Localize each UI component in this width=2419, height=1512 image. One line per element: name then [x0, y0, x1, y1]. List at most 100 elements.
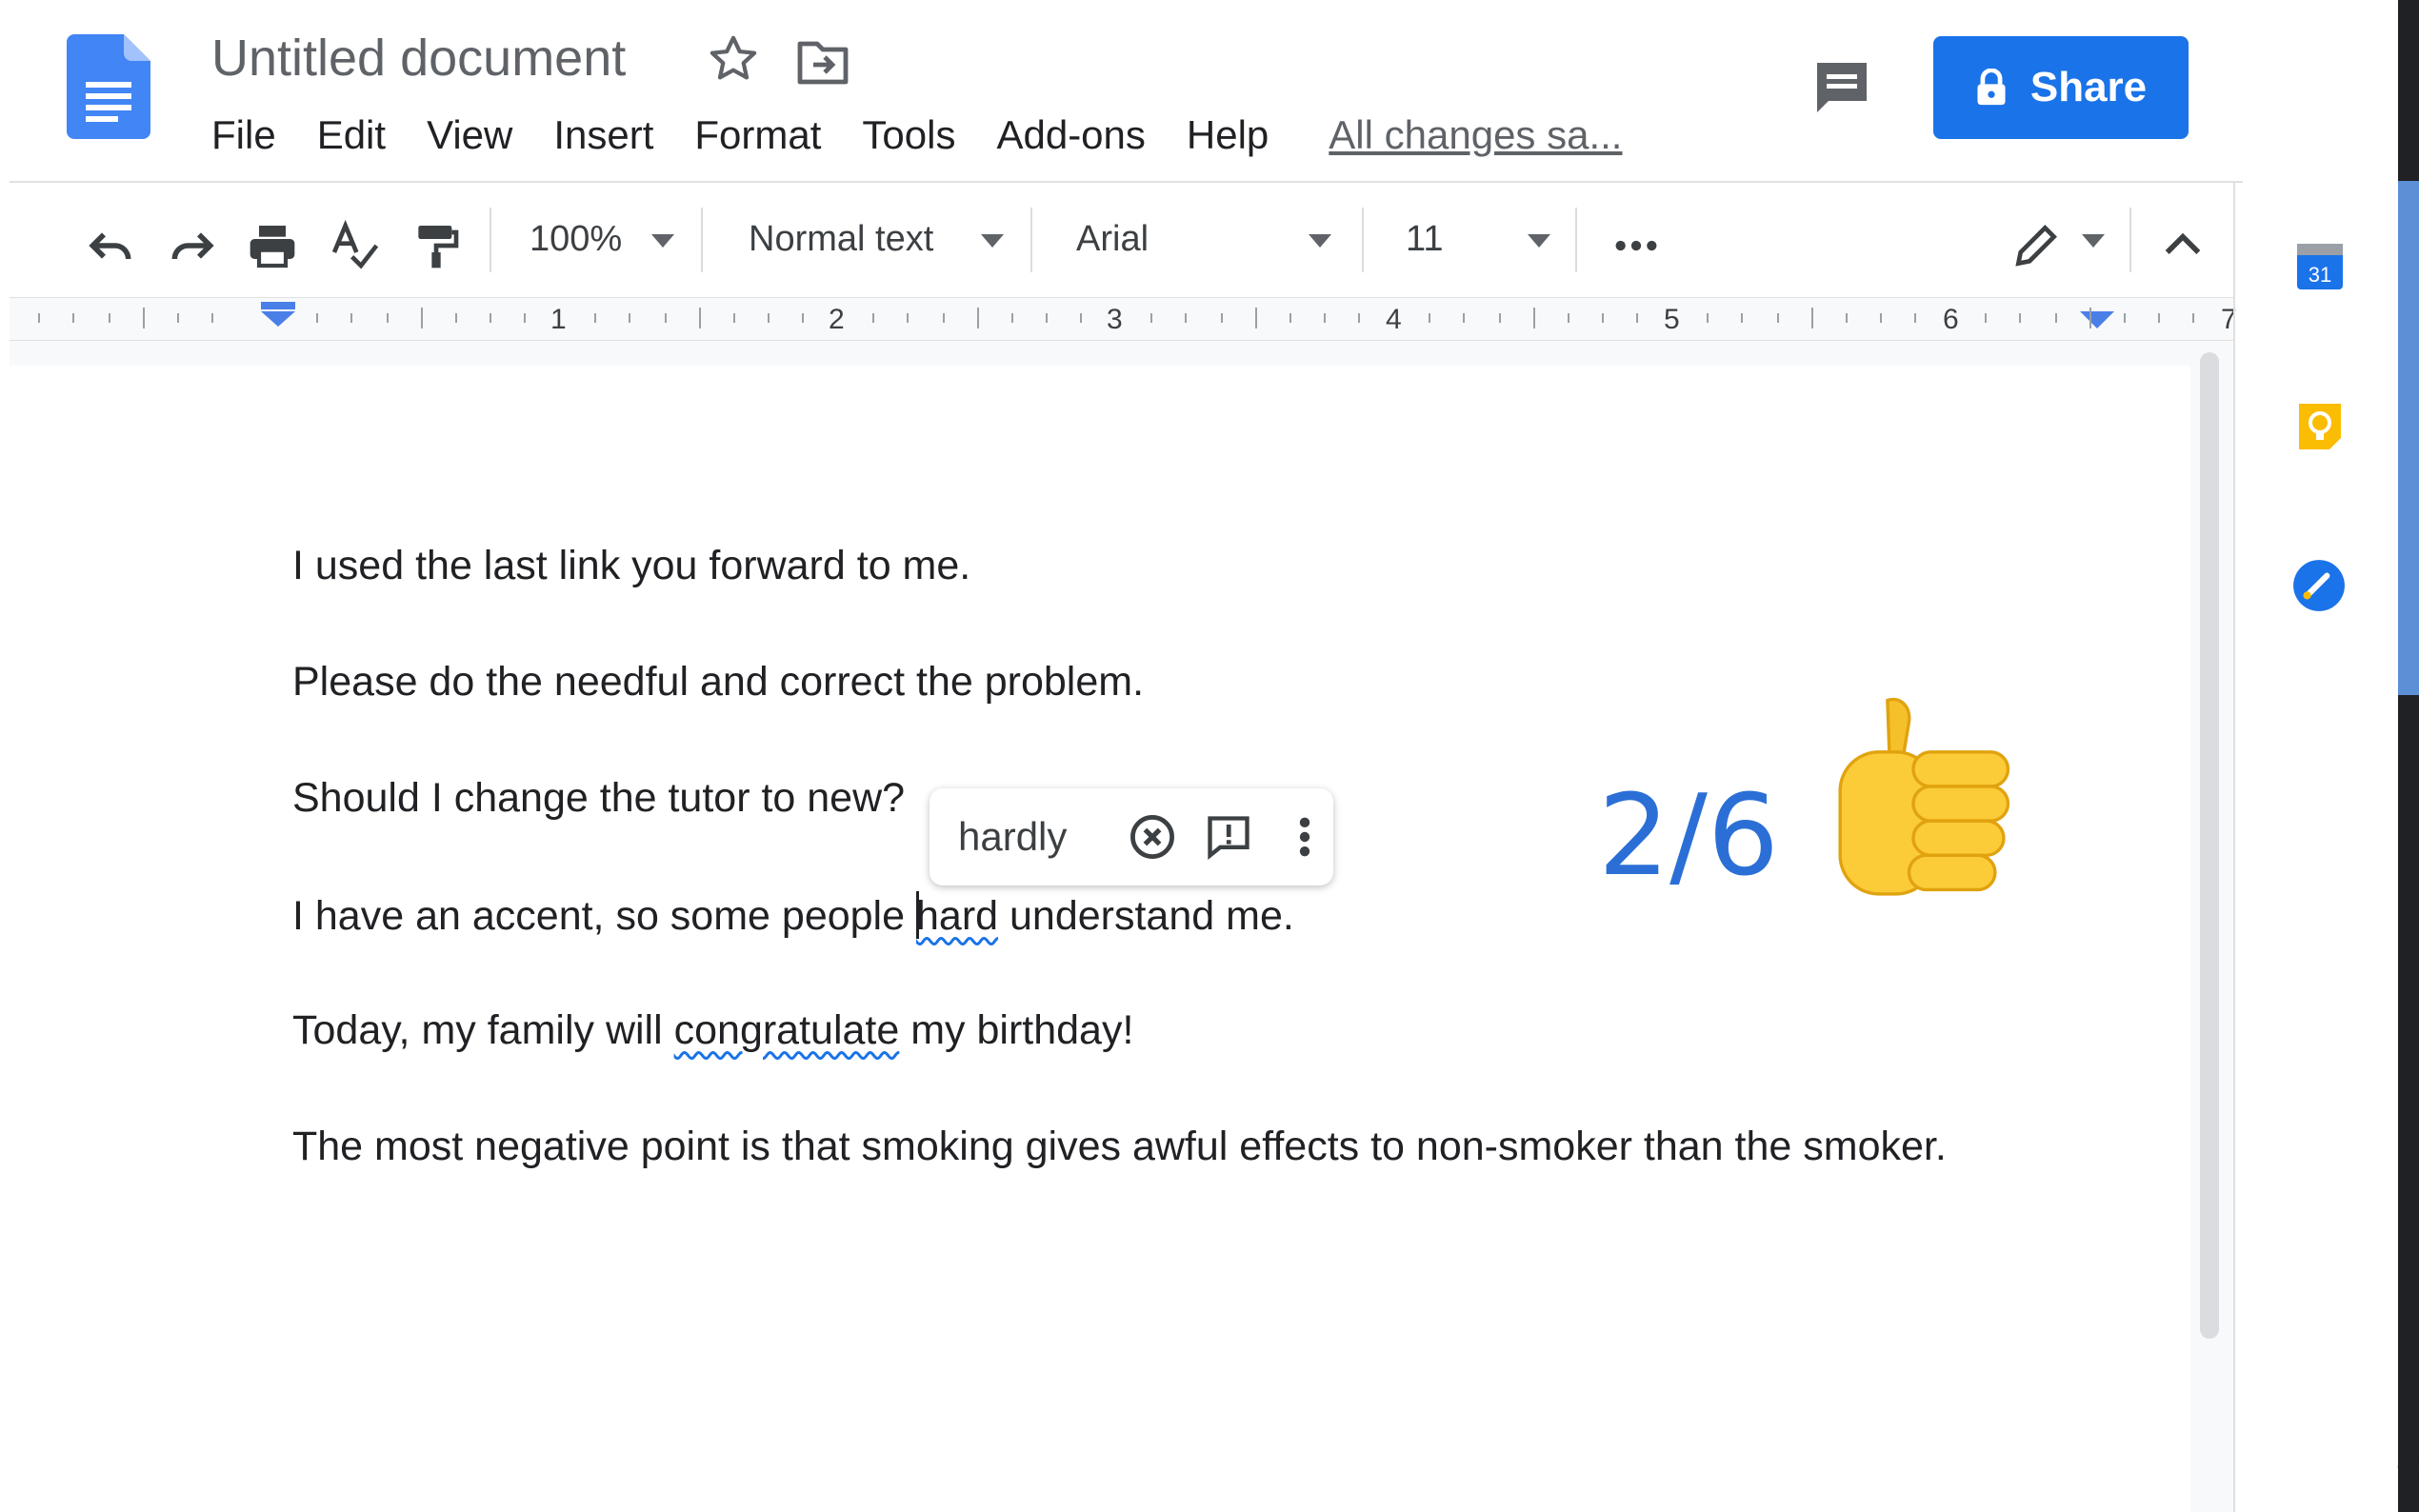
keep-icon[interactable]: [2295, 400, 2345, 453]
document-page[interactable]: I used the last link you forward to me. …: [10, 366, 2190, 1512]
ruler-tick: [733, 313, 735, 323]
document-line[interactable]: The most negative point is that smoking …: [292, 1124, 1947, 1170]
ruler-tick: [143, 308, 145, 328]
undo-icon[interactable]: [84, 219, 137, 272]
calendar-icon[interactable]: 31: [2295, 238, 2345, 291]
menu-edit[interactable]: Edit: [317, 112, 386, 158]
zoom-select[interactable]: 100%: [530, 219, 622, 260]
flagged-word[interactable]: congratulate: [674, 1007, 900, 1053]
menu-help[interactable]: Help: [1187, 112, 1269, 158]
ruler-tick: [1011, 313, 1013, 323]
spellcheck-icon[interactable]: [328, 219, 381, 272]
ruler-tick: [387, 313, 389, 323]
menu-file[interactable]: File: [211, 112, 276, 158]
more-icon[interactable]: [1609, 219, 1663, 272]
ruler[interactable]: 1 2 3 4 5 6 7: [10, 297, 2237, 341]
menu-format[interactable]: Format: [694, 112, 821, 158]
tasks-icon[interactable]: [2291, 558, 2347, 613]
document-title[interactable]: Untitled document: [211, 29, 626, 88]
docs-logo-icon[interactable]: [67, 34, 150, 139]
paint-format-icon[interactable]: [410, 219, 463, 272]
editing-mode-icon[interactable]: [2009, 219, 2063, 272]
ruler-tick: [629, 313, 630, 323]
save-status-link[interactable]: All changes sa...: [1329, 112, 1622, 158]
edge-text: C: [2396, 1447, 2419, 1486]
report-suggestion-icon[interactable]: [1204, 812, 1253, 862]
document-line[interactable]: Today, my family will congratulate my bi…: [292, 1007, 1133, 1054]
ruler-tick: [1080, 313, 1082, 323]
redo-icon[interactable]: [166, 219, 219, 272]
ruler-tick: [1358, 313, 1360, 323]
ruler-tick: [1914, 313, 1916, 323]
toolbar-separator: [1030, 208, 1032, 272]
document-line[interactable]: Please do the needful and correct the pr…: [292, 659, 1144, 706]
ruler-tick: [872, 313, 874, 323]
ruler-tick: [2019, 313, 2021, 323]
font-select[interactable]: Arial: [1076, 219, 1149, 260]
menu-insert[interactable]: Insert: [553, 112, 653, 158]
grammar-suggestion-popup: hardly: [930, 788, 1333, 885]
share-label: Share: [2029, 64, 2148, 110]
svg-text:31: 31: [2309, 263, 2331, 287]
ruler-tick: [1533, 308, 1535, 328]
menu-tools[interactable]: Tools: [862, 112, 955, 158]
menu-add-ons[interactable]: Add-ons: [996, 112, 1145, 158]
menu-view[interactable]: View: [427, 112, 512, 158]
comments-icon[interactable]: [1811, 57, 1872, 118]
document-line[interactable]: I have an accent, so some people hard un…: [292, 891, 1294, 940]
move-to-folder-icon[interactable]: [796, 36, 850, 86]
flagged-word[interactable]: hard: [915, 891, 998, 939]
toolbar-separator: [1575, 208, 1577, 272]
toolbar-separator: [2129, 208, 2131, 272]
document-line[interactable]: I used the last link you forward to me.: [292, 543, 970, 589]
font-dropdown-icon[interactable]: [1309, 234, 1331, 248]
thumbs-up-icon: [1838, 697, 2010, 896]
ruler-tick: [594, 313, 596, 323]
right-indent-marker-icon[interactable]: [2078, 309, 2116, 330]
ruler-tick: [1185, 313, 1187, 323]
ruler-tick: [1499, 313, 1501, 323]
document-line[interactable]: Should I change the tutor to new?: [292, 775, 905, 822]
ruler-tick: [1221, 313, 1223, 323]
ruler-tick: [1880, 313, 1882, 323]
suggestion-accept-button[interactable]: hardly: [958, 814, 1101, 860]
ruler-tick: [2055, 313, 2057, 323]
line-text: understand me.: [998, 893, 1294, 939]
font-size-dropdown-icon[interactable]: [1528, 234, 1550, 248]
font-size-select[interactable]: 11: [1406, 219, 1443, 260]
star-icon[interactable]: [707, 32, 760, 86]
ruler-tick: [2124, 313, 2126, 323]
more-options-icon[interactable]: [1280, 812, 1329, 862]
dismiss-suggestion-icon[interactable]: [1128, 812, 1177, 862]
print-icon[interactable]: [246, 219, 299, 272]
ruler-tick: [2089, 308, 2091, 328]
ruler-tick: [1150, 313, 1152, 323]
ruler-tick: [1289, 313, 1291, 323]
line-text: Today, my family will: [292, 1007, 674, 1053]
ruler-tick: [72, 313, 74, 323]
zoom-dropdown-icon[interactable]: [651, 234, 674, 248]
ruler-tick: [455, 313, 457, 323]
score-label: 2/6: [1598, 769, 1779, 901]
ruler-tick: [907, 313, 909, 323]
editing-mode-dropdown-icon[interactable]: [2082, 234, 2105, 248]
collapse-icon[interactable]: [2156, 219, 2209, 272]
toolbar-separator: [490, 208, 491, 272]
ruler-tick: [421, 308, 423, 328]
ruler-tick: [1568, 313, 1569, 323]
ruler-tick: [2158, 313, 2160, 323]
document-scrollbar[interactable]: [2200, 352, 2219, 1339]
ruler-tick: [1046, 313, 1048, 323]
share-button[interactable]: Share: [1933, 36, 2189, 139]
ruler-number: 5: [1664, 304, 1680, 335]
ruler-tick: [1846, 313, 1848, 323]
left-indent-marker-icon[interactable]: [259, 300, 297, 328]
ruler-tick: [2192, 313, 2194, 323]
style-select[interactable]: Normal text: [749, 219, 933, 260]
ruler-tick: [1777, 313, 1779, 323]
style-dropdown-icon[interactable]: [981, 234, 1004, 248]
side-panel-divider: [2233, 183, 2235, 1512]
ruler-tick: [1741, 313, 1743, 323]
ruler-tick: [1255, 308, 1257, 328]
ruler-tick: [109, 313, 110, 323]
